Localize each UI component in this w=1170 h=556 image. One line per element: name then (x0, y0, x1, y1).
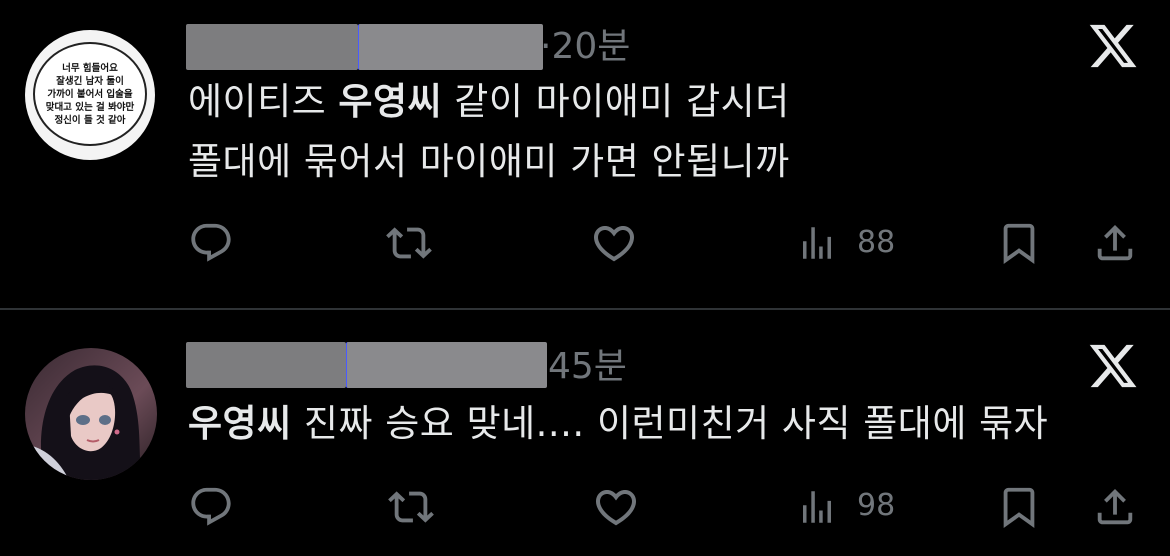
view-count: 88 (857, 225, 896, 260)
share-icon[interactable] (1092, 484, 1138, 530)
bookmark-icon[interactable] (996, 484, 1042, 530)
tweet-timestamp[interactable]: 45분 (548, 344, 627, 390)
bookmark-icon[interactable] (996, 220, 1042, 266)
mention-name: 우영씨 (338, 80, 443, 123)
tweet-timestamp[interactable]: ·20분 (540, 24, 630, 70)
bubble-line: 너무 힘들어요 (62, 62, 118, 74)
share-icon[interactable] (1092, 220, 1138, 266)
tweet-text-segment: 에이티즈 (188, 80, 339, 123)
tweet-text-line: 에이티즈 우영씨 같이 마이애미 갑시더 (188, 78, 790, 126)
redacted-handle (346, 342, 547, 388)
anime-girl-avatar-image (25, 348, 157, 480)
bubble-line: 정신이 들 것 같아 (54, 114, 126, 126)
avatar[interactable]: 너무 힘들어요 잘생긴 남자 둘이 가까이 붙어서 입술을 맞대고 있는 걸 봐… (25, 30, 155, 160)
views-icon[interactable] (796, 222, 838, 264)
x-logo-icon[interactable] (1087, 20, 1139, 72)
reply-icon[interactable] (188, 220, 234, 266)
bubble-line: 가까이 붙어서 입술을 (47, 88, 133, 100)
tweet-1[interactable]: 너무 힘들어요 잘생긴 남자 둘이 가까이 붙어서 입술을 맞대고 있는 걸 봐… (0, 0, 1170, 308)
view-count: 98 (857, 488, 896, 523)
like-icon[interactable] (592, 483, 640, 531)
tweet-text-line: 우영씨 진짜 승요 맞네.... 이런미친거 사직 폴대에 묶자 (188, 400, 1048, 448)
avatar[interactable] (25, 348, 157, 480)
avatar-speech-bubble: 너무 힘들어요 잘생긴 남자 둘이 가까이 붙어서 입술을 맞대고 있는 걸 봐… (33, 42, 147, 146)
redacted-handle (358, 24, 543, 70)
tweet-divider (0, 308, 1170, 310)
bubble-line: 잘생긴 남자 둘이 (56, 75, 124, 87)
tweet-text-segment: 진짜 승요 맞네.... 이런미친거 사직 폴대에 묶자 (291, 402, 1049, 445)
views-icon[interactable] (796, 486, 838, 528)
like-icon[interactable] (590, 219, 638, 267)
mention-name: 우영씨 (188, 402, 292, 445)
reply-icon[interactable] (188, 484, 234, 530)
retweet-icon[interactable] (388, 484, 434, 530)
retweet-icon[interactable] (386, 220, 432, 266)
tweet-text-segment: 같이 마이애미 갑시더 (442, 80, 790, 123)
x-logo-icon[interactable] (1087, 340, 1139, 392)
redacted-display-name (186, 24, 358, 70)
tweet-text-line: 폴대에 묶어서 마이애미 가면 안됩니까 (188, 140, 790, 183)
bubble-line: 맞대고 있는 걸 봐야만 (45, 101, 135, 113)
redacted-display-name (186, 342, 346, 388)
